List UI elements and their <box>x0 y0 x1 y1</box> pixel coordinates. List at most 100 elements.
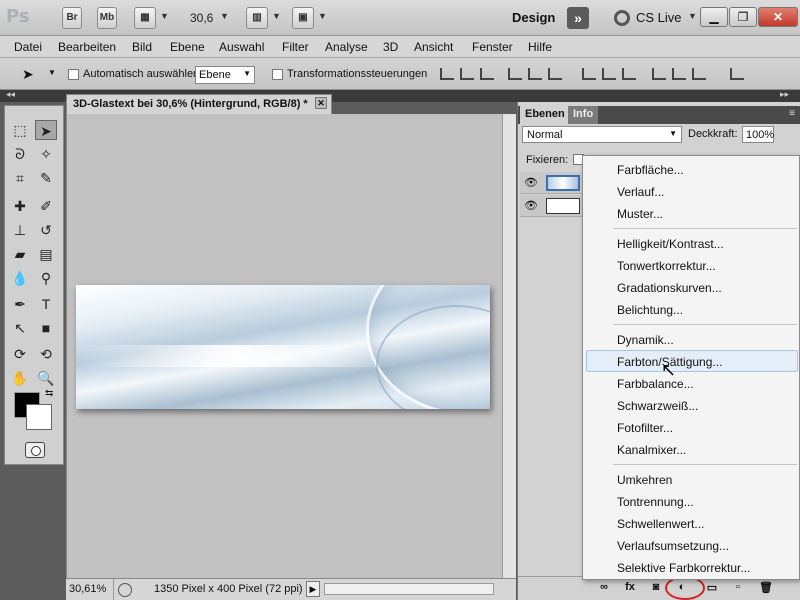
bridge-button[interactable]: Br <box>62 7 82 29</box>
opacity-field[interactable]: 100% <box>742 126 774 143</box>
chevron-down-icon[interactable]: ▼ <box>220 11 229 21</box>
move-tool-icon[interactable]: ➤ <box>35 120 57 140</box>
link-layers-icon[interactable]: ∞ <box>596 581 612 595</box>
new-group-icon[interactable]: ▭ <box>704 581 720 595</box>
menu-bearbeiten[interactable]: Bearbeiten <box>58 40 116 54</box>
menu-item-muster[interactable]: Muster... <box>617 207 663 221</box>
background-color-swatch[interactable] <box>26 404 52 430</box>
workspace-switcher-icon[interactable]: » <box>567 7 589 29</box>
marquee-tool-icon[interactable]: ⬚ <box>9 120 31 140</box>
zoom-level[interactable]: 30,6 <box>190 11 213 25</box>
menu-ansicht[interactable]: Ansicht <box>414 40 453 54</box>
eye-icon[interactable]: 👁 <box>524 176 538 190</box>
hand-tool-icon[interactable]: ✋ <box>9 368 31 388</box>
menu-item-belichtung[interactable]: Belichtung... <box>617 303 683 317</box>
menu-item-verlauf[interactable]: Verlauf... <box>617 185 664 199</box>
gradient-tool-icon[interactable]: ▤ <box>35 244 57 264</box>
healing-brush-tool-icon[interactable]: ✚ <box>9 196 31 216</box>
chevron-down-icon[interactable]: ▼ <box>160 11 169 21</box>
document-tab[interactable]: 3D-Glastext bei 30,6% (Hintergrund, RGB/… <box>66 94 332 114</box>
menu-item-selektive-farbkorrektur[interactable]: Selektive Farbkorrektur... <box>617 561 750 575</box>
minimize-button[interactable]: ▁ <box>700 7 728 27</box>
chevron-down-icon[interactable]: ▼ <box>272 11 281 21</box>
align-bottom-icon[interactable] <box>480 68 494 80</box>
menu-3d[interactable]: 3D <box>383 40 398 54</box>
trash-icon[interactable]: 🗑 <box>758 581 774 595</box>
menu-item-schwellenwert[interactable]: Schwellenwert... <box>617 517 704 531</box>
close-button[interactable]: ✕ <box>758 7 798 27</box>
glass-image[interactable] <box>76 285 490 409</box>
zoom-tool-icon[interactable]: 🔍 <box>35 368 57 388</box>
menu-filter[interactable]: Filter <box>282 40 309 54</box>
align-left-icon[interactable] <box>508 68 522 80</box>
menu-datei[interactable]: Datei <box>14 40 42 54</box>
menu-item-verlaufsumsetzung[interactable]: Verlaufsumsetzung... <box>617 539 729 553</box>
distribute-vcenter-icon[interactable] <box>602 68 616 80</box>
3d-rotate-tool-icon[interactable]: ⟳ <box>9 344 31 364</box>
screen-mode-button[interactable]: ▣ <box>292 7 314 29</box>
layer-style-fx-icon[interactable]: fx <box>622 581 638 595</box>
horizontal-scrollbar[interactable] <box>324 583 494 595</box>
zoom-field[interactable]: 30,61% <box>66 579 114 600</box>
rectangle-tool-icon[interactable]: ■ <box>35 318 57 338</box>
arrange-documents-button[interactable]: ▥ <box>246 7 268 29</box>
distribute-hcenter-icon[interactable] <box>672 68 686 80</box>
play-arrow-icon[interactable]: ▶ <box>306 581 320 597</box>
eyedropper-tool-icon[interactable]: ✎ <box>35 168 57 188</box>
menu-item-schwarzweiss[interactable]: Schwarzweiß... <box>617 399 698 413</box>
quick-mask-button[interactable] <box>25 442 45 458</box>
menu-item-kanalmixer[interactable]: Kanalmixer... <box>617 443 686 457</box>
tab-ebenen[interactable]: Ebenen <box>520 106 570 124</box>
3d-orbit-tool-icon[interactable]: ⟲ <box>35 344 57 364</box>
eraser-tool-icon[interactable]: ▰ <box>9 244 31 264</box>
transform-controls-checkbox[interactable] <box>272 69 283 80</box>
menu-item-gradationskurven[interactable]: Gradationskurven... <box>617 281 722 295</box>
menu-ebene[interactable]: Ebene <box>170 40 205 54</box>
expand-icon[interactable]: ▸▸ <box>780 89 789 100</box>
align-vcenter-icon[interactable] <box>460 68 474 80</box>
lasso-tool-icon[interactable]: ᘐ <box>9 144 31 164</box>
layer-mask-icon[interactable]: ◙ <box>648 581 664 595</box>
close-icon[interactable]: ✕ <box>315 97 327 109</box>
menu-item-tonwertkorrektur[interactable]: Tonwertkorrektur... <box>617 259 716 273</box>
swap-colors-icon[interactable]: ⇆ <box>45 388 53 399</box>
menu-item-dynamik[interactable]: Dynamik... <box>617 333 674 347</box>
restore-button[interactable]: ❐ <box>729 7 757 27</box>
distribute-left-icon[interactable] <box>652 68 666 80</box>
align-hcenter-icon[interactable] <box>528 68 542 80</box>
cslive-label[interactable]: CS Live <box>636 10 682 25</box>
distribute-bottom-icon[interactable] <box>622 68 636 80</box>
menu-auswahl[interactable]: Auswahl <box>219 40 264 54</box>
history-brush-tool-icon[interactable]: ↺ <box>35 220 57 240</box>
distribute-top-icon[interactable] <box>582 68 596 80</box>
auto-select-dropdown[interactable]: Ebene ▼ <box>195 66 255 84</box>
menu-item-umkehren[interactable]: Umkehren <box>617 473 672 487</box>
type-tool-icon[interactable]: T <box>35 294 57 314</box>
tab-info[interactable]: Info <box>568 106 599 124</box>
menu-item-farbflaeche[interactable]: Farbfläche... <box>617 163 684 177</box>
layer-thumbnail[interactable] <box>546 175 580 191</box>
crop-tool-icon[interactable]: ⌗ <box>9 168 31 188</box>
auto-select-checkbox[interactable] <box>68 69 79 80</box>
menu-item-farbbalance[interactable]: Farbbalance... <box>617 377 694 391</box>
path-selection-tool-icon[interactable]: ↖ <box>9 318 31 338</box>
menu-item-tontrennung[interactable]: Tontrennung... <box>617 495 694 509</box>
chevron-down-icon[interactable]: ▼ <box>48 68 56 77</box>
mini-bridge-button[interactable]: Mb <box>97 7 117 29</box>
chevron-down-icon[interactable]: ▼ <box>318 11 327 21</box>
layer-thumbnail[interactable] <box>546 198 580 214</box>
chevron-down-icon[interactable]: ▼ <box>688 11 697 21</box>
vertical-scrollbar[interactable] <box>502 114 516 578</box>
panel-menu-icon[interactable]: ≡ <box>789 108 795 119</box>
align-right-icon[interactable] <box>548 68 562 80</box>
magic-wand-tool-icon[interactable]: ✧ <box>35 144 57 164</box>
menu-hilfe[interactable]: Hilfe <box>528 40 552 54</box>
move-tool-icon[interactable]: ➤ <box>22 66 34 83</box>
collapse-icon[interactable]: ◂◂ <box>6 89 15 100</box>
blend-mode-select[interactable]: Normal ▼ <box>522 126 682 143</box>
dodge-tool-icon[interactable]: ⚲ <box>35 268 57 288</box>
menu-bild[interactable]: Bild <box>132 40 152 54</box>
menu-analyse[interactable]: Analyse <box>325 40 368 54</box>
view-extras-button[interactable]: ▦ <box>134 7 156 29</box>
auto-align-icon[interactable] <box>730 68 744 80</box>
